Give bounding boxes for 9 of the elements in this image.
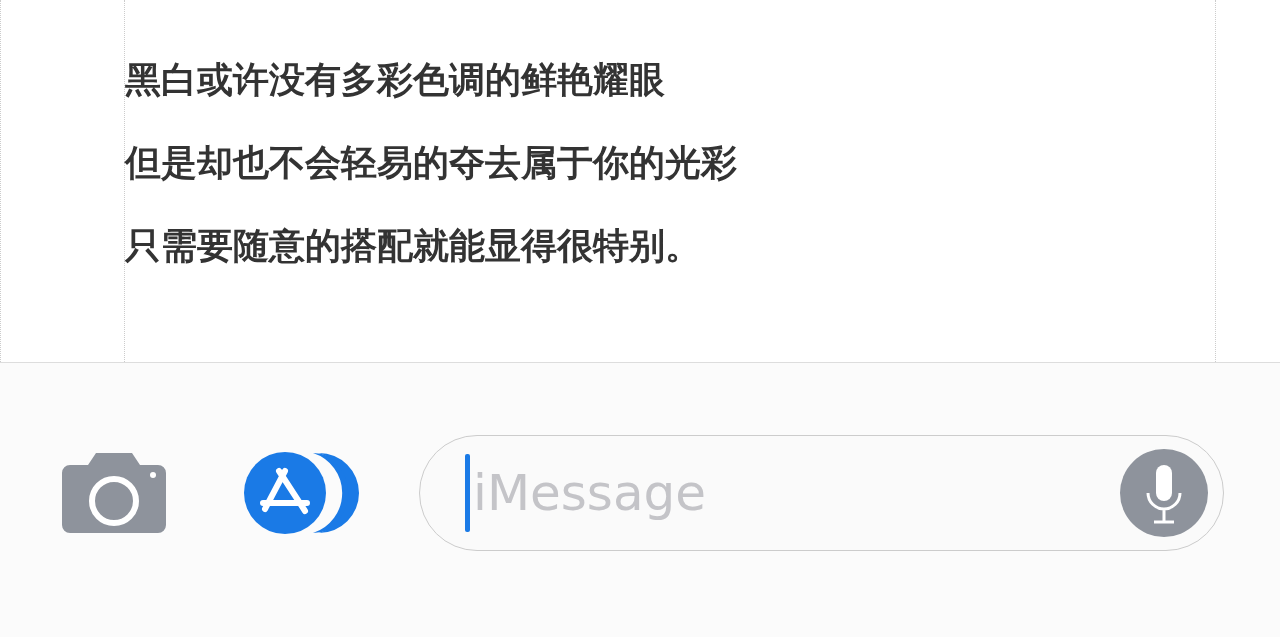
camera-button[interactable] <box>60 451 168 535</box>
microphone-icon <box>1120 449 1208 537</box>
text-line: 只需要随意的搭配就能显得很特别。 <box>125 224 702 268</box>
camera-icon <box>60 451 168 535</box>
app-store-icon <box>243 451 359 535</box>
microphone-button[interactable] <box>1120 449 1208 537</box>
text-line: 但是却也不会轻易的夺去属于你的光彩 <box>125 141 738 185</box>
text-line: 黑白或许没有多彩色调的鲜艳耀眼 <box>125 58 666 102</box>
app-store-button[interactable] <box>243 451 359 535</box>
